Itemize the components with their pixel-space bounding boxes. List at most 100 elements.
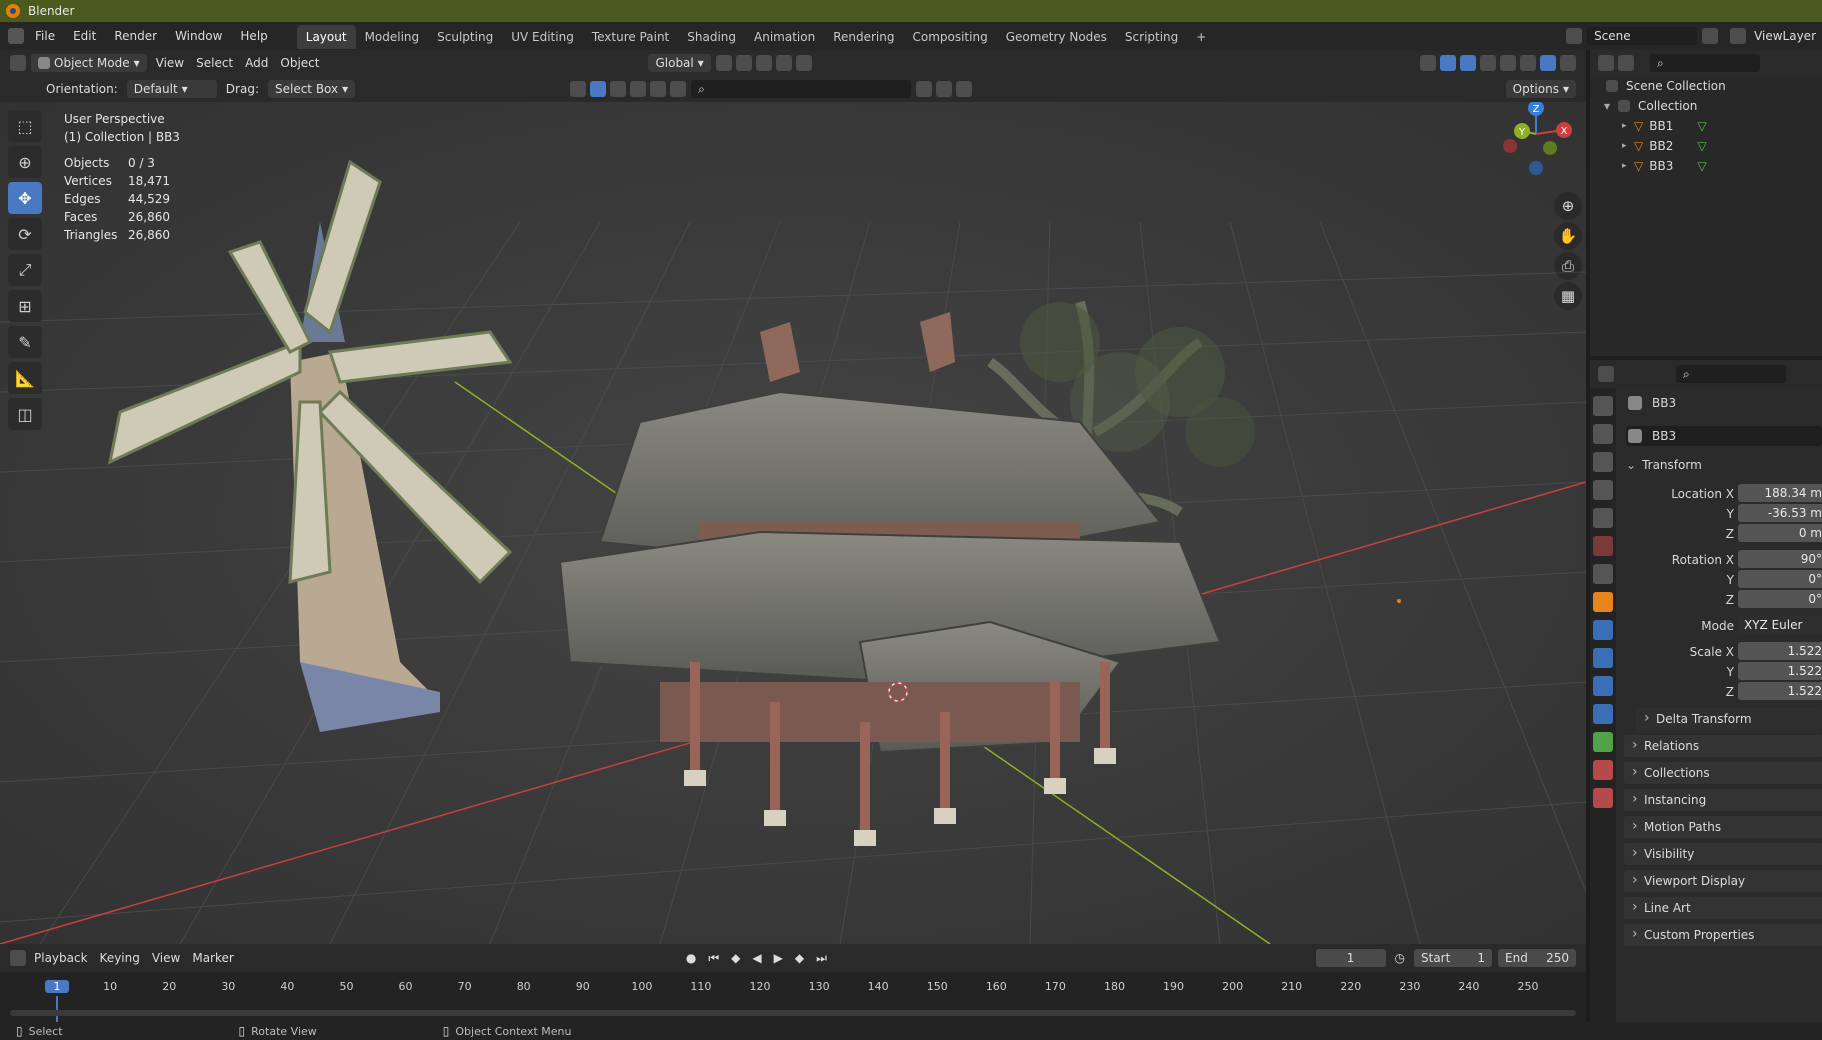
tab-rendering[interactable]: Rendering bbox=[824, 25, 903, 49]
visibility-icon[interactable] bbox=[1420, 55, 1436, 71]
data-tab-icon[interactable] bbox=[1593, 732, 1613, 752]
scale-y-field[interactable]: 1.522 bbox=[1738, 662, 1822, 680]
mesh-data-icon[interactable]: ▽ bbox=[1697, 119, 1706, 133]
tab-scripting[interactable]: Scripting bbox=[1116, 25, 1187, 49]
scene-collection-row[interactable]: Scene Collection bbox=[1604, 76, 1726, 96]
select-box-tool[interactable]: ⬚ bbox=[8, 110, 42, 142]
start-frame-field[interactable]: Start 1 bbox=[1414, 949, 1492, 967]
zoom-icon[interactable]: ⊕ bbox=[1554, 192, 1582, 220]
physics-tab-icon[interactable] bbox=[1593, 676, 1613, 696]
menu-file[interactable]: File bbox=[26, 22, 64, 50]
end-frame-field[interactable]: End 250 bbox=[1498, 949, 1576, 967]
rendered-shading-icon[interactable] bbox=[1560, 55, 1576, 71]
collection-row[interactable]: ▾ Collection bbox=[1604, 96, 1697, 116]
expand-bb2-icon[interactable]: ▸ bbox=[1622, 141, 1634, 151]
jump-end-icon[interactable]: ⏭ bbox=[810, 949, 833, 968]
outliner-item-bb2[interactable]: ▸ ▽ BB2 ▽ bbox=[1622, 136, 1707, 156]
viewport-menu-view[interactable]: View bbox=[150, 54, 190, 72]
pivot-point-icon[interactable] bbox=[715, 55, 732, 71]
transform-orientation-selector[interactable]: Global ▾ bbox=[648, 54, 711, 72]
location-z-field[interactable]: 0 m bbox=[1738, 524, 1822, 542]
datablock-field[interactable]: BB3 bbox=[1626, 426, 1822, 446]
expand-collection-icon[interactable]: ▾ bbox=[1604, 99, 1616, 113]
constraints-tab-icon[interactable] bbox=[1593, 704, 1613, 724]
scene-icon[interactable] bbox=[1566, 28, 1583, 44]
render-tab-icon[interactable] bbox=[1593, 424, 1613, 444]
play-icon[interactable]: ▶ bbox=[768, 949, 789, 967]
output-tab-icon[interactable] bbox=[1593, 452, 1613, 472]
rotation-x-field[interactable]: 90° bbox=[1738, 550, 1822, 568]
properties-search-input[interactable]: ⌕ bbox=[1676, 365, 1786, 383]
select-intersect-icon[interactable] bbox=[670, 81, 687, 97]
outliner-item-bb1[interactable]: ▸ ▽ BB1 ▽ bbox=[1622, 116, 1707, 136]
add-cube-tool[interactable]: ◫ bbox=[8, 398, 42, 430]
material-preview-shading-icon[interactable] bbox=[1540, 55, 1556, 71]
location-x-field[interactable]: 188.34 m bbox=[1738, 484, 1822, 502]
expand-bb1-icon[interactable]: ▸ bbox=[1622, 121, 1634, 131]
outliner-item-bb3[interactable]: ▸ ▽ BB3 ▽ bbox=[1622, 156, 1707, 176]
record-icon[interactable]: ● bbox=[680, 949, 702, 967]
funnel-filter-icon[interactable] bbox=[956, 81, 973, 97]
outliner-editor-icon[interactable] bbox=[1598, 55, 1614, 71]
outliner-search-input[interactable]: ⌕ bbox=[1650, 54, 1760, 72]
display-mode-icon[interactable] bbox=[1618, 55, 1634, 71]
add-workspace-button[interactable]: + bbox=[1187, 25, 1215, 49]
timeline-menu-keying[interactable]: Keying bbox=[94, 949, 146, 967]
viewport-display-panel[interactable]: Viewport Display bbox=[1624, 870, 1822, 892]
jump-start-icon[interactable]: ⏮ bbox=[702, 949, 725, 968]
viewport-menu-select[interactable]: Select bbox=[190, 54, 239, 72]
xray-toggle-icon[interactable] bbox=[1480, 55, 1496, 71]
instancing-panel[interactable]: Instancing bbox=[1624, 789, 1822, 811]
tab-uv-editing[interactable]: UV Editing bbox=[502, 25, 583, 49]
pan-hand-icon[interactable]: ✋ bbox=[1554, 222, 1582, 250]
viewlayer-selector[interactable]: ViewLayer bbox=[1748, 27, 1822, 45]
select-subtract-icon[interactable] bbox=[630, 81, 647, 97]
view-layer-tab-icon[interactable] bbox=[1593, 480, 1613, 500]
collection-tab-icon[interactable] bbox=[1593, 564, 1613, 584]
menu-render[interactable]: Render bbox=[105, 22, 166, 50]
options-button[interactable]: Options ▾ bbox=[1505, 80, 1576, 98]
location-y-field[interactable]: -36.53 m bbox=[1738, 504, 1822, 522]
orientation-selector[interactable]: Default ▾ bbox=[126, 80, 217, 98]
snap-target-icon[interactable] bbox=[755, 55, 772, 71]
tab-texture-paint[interactable]: Texture Paint bbox=[583, 25, 678, 49]
transform-tool[interactable]: ⊞ bbox=[8, 290, 42, 322]
object-tab-icon[interactable] bbox=[1593, 592, 1613, 612]
proportional-editing-icon[interactable] bbox=[775, 55, 792, 71]
blender-menu-icon[interactable] bbox=[8, 28, 24, 44]
rotation-mode-select[interactable]: XYZ Euler bbox=[1738, 616, 1822, 634]
scale-x-field[interactable]: 1.522 bbox=[1738, 642, 1822, 660]
snap-icon[interactable] bbox=[735, 55, 752, 71]
scene-tab-icon[interactable] bbox=[1593, 508, 1613, 528]
transform-panel-header[interactable]: ⌄ Transform bbox=[1626, 454, 1822, 476]
visibility-panel[interactable]: Visibility bbox=[1624, 843, 1822, 865]
scale-tool[interactable]: ⤢ bbox=[8, 254, 42, 286]
overlay-toggle-icon[interactable] bbox=[1460, 55, 1476, 71]
timeline-ruler[interactable]: 1 10 20 30 40 50 60 70 80 90 100 110 120 130 140 150 160… bbox=[0, 972, 1586, 1022]
mode-selector[interactable]: Object Mode ▾ bbox=[31, 54, 147, 72]
current-frame-field[interactable]: 1 bbox=[1315, 949, 1386, 967]
menu-help[interactable]: Help bbox=[231, 22, 276, 50]
menu-edit[interactable]: Edit bbox=[64, 22, 105, 50]
clock-icon[interactable]: ◷ bbox=[1389, 949, 1411, 967]
menu-window[interactable]: Window bbox=[166, 22, 231, 50]
mesh-data-icon[interactable]: ▽ bbox=[1697, 139, 1706, 153]
filter-icon[interactable] bbox=[570, 81, 587, 97]
timeline-menu-playback[interactable]: Playback bbox=[28, 949, 94, 967]
viewport-menu-add[interactable]: Add bbox=[239, 54, 274, 72]
cursor-tool[interactable]: ⊕ bbox=[8, 146, 42, 178]
tab-geometry-nodes[interactable]: Geometry Nodes bbox=[997, 25, 1116, 49]
tool-tab-icon[interactable] bbox=[1593, 396, 1613, 416]
tab-animation[interactable]: Animation bbox=[745, 25, 824, 49]
rotation-z-field[interactable]: 0° bbox=[1738, 590, 1822, 608]
playhead[interactable] bbox=[56, 996, 58, 1022]
tab-compositing[interactable]: Compositing bbox=[903, 25, 996, 49]
timeline-editor-icon[interactable] bbox=[10, 950, 26, 966]
editor-type-icon[interactable] bbox=[10, 55, 26, 71]
material-tab-icon[interactable] bbox=[1593, 760, 1613, 780]
rotate-tool[interactable]: ⟳ bbox=[8, 218, 42, 250]
falloff-icon[interactable] bbox=[795, 55, 812, 71]
relations-panel[interactable]: Relations bbox=[1624, 735, 1822, 757]
viewlayer-icon[interactable] bbox=[1730, 28, 1747, 44]
solid-shading-icon[interactable] bbox=[1520, 55, 1536, 71]
